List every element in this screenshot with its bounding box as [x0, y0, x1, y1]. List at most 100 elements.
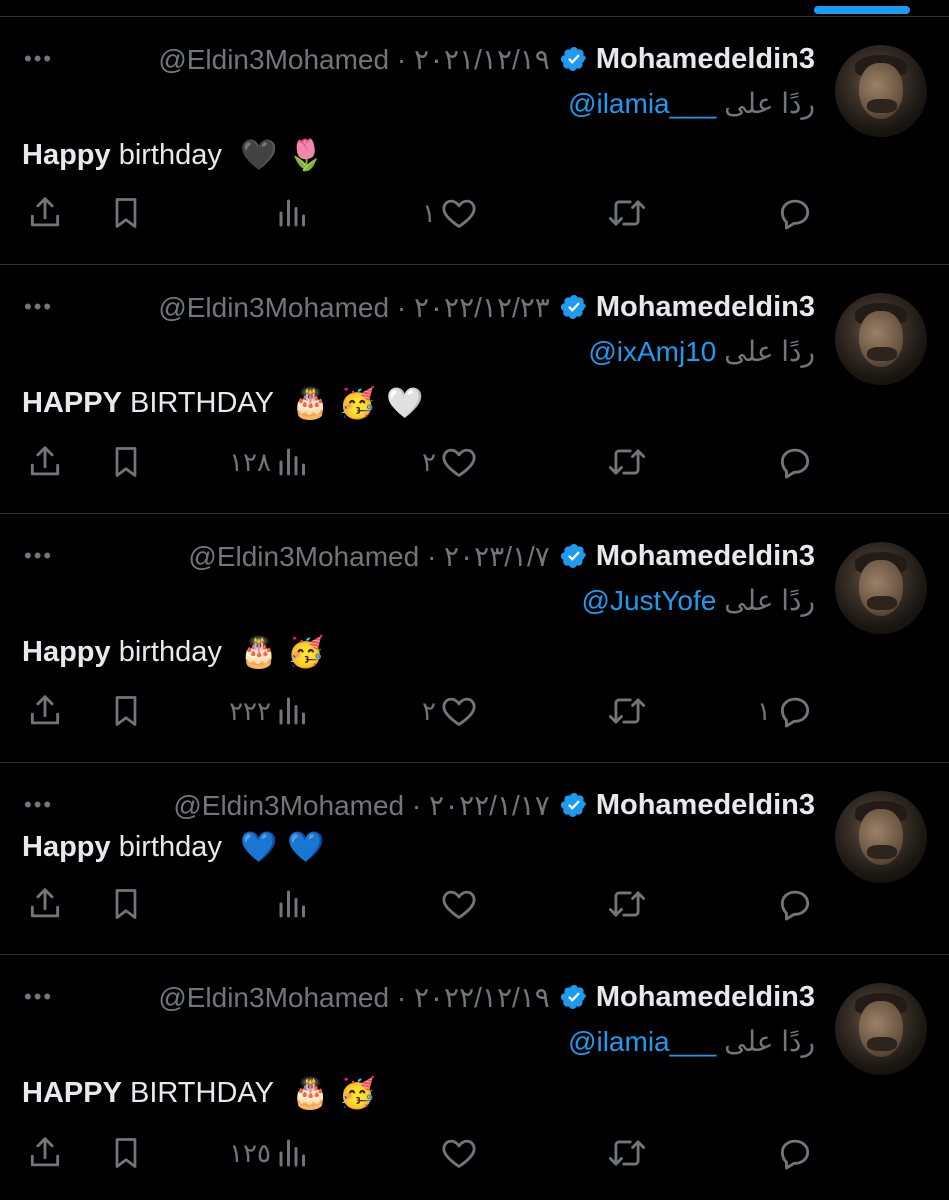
reply-button[interactable] — [775, 440, 815, 484]
active-tab-indicator — [814, 6, 910, 14]
views-button[interactable]: ٢٢٢ — [229, 689, 311, 733]
share-button[interactable] — [26, 191, 64, 235]
verified-badge-icon — [560, 47, 586, 71]
views-icon — [275, 1135, 311, 1171]
views-button[interactable] — [275, 882, 311, 926]
reply-mention-link[interactable]: @ilamia___ — [568, 88, 716, 119]
more-options-icon[interactable]: ••• — [24, 979, 53, 1015]
avatar[interactable] — [835, 293, 927, 385]
like-button[interactable]: ٢ — [422, 440, 478, 484]
handle-and-date[interactable]: @Eldin3Mohamed · ٢٠٢١/١٢/١٩ — [158, 43, 550, 76]
tweet[interactable]: ••• Mohamedeldin3 @Eldin3Mohamed · ٢٠٢٣/… — [0, 514, 949, 763]
display-name[interactable]: Mohamedeldin3 — [596, 789, 815, 822]
views-count: ٢٢٢ — [229, 695, 271, 726]
reply-button[interactable] — [775, 191, 815, 235]
tweet-header: Mohamedeldin3 @Eldin3Mohamed · ٢٠٢٢/١٢/١… — [158, 977, 815, 1017]
reply-prefix: ردًا على — [724, 336, 815, 367]
handle-and-date[interactable]: @Eldin3Mohamed · ٢٠٢٣/١/٧ — [188, 540, 549, 573]
tweet-text-rest: BIRTHDAY — [121, 1077, 274, 1109]
reply-button[interactable] — [775, 1131, 815, 1175]
retweet-icon — [606, 692, 648, 730]
share-button[interactable] — [26, 1131, 64, 1175]
tweet[interactable]: ••• Mohamedeldin3 @Eldin3Mohamed · ٢٠٢٢/… — [0, 265, 949, 514]
reply-button[interactable]: ١ — [757, 689, 815, 733]
more-options-icon[interactable]: ••• — [24, 289, 53, 325]
tweet-actions — [0, 882, 949, 926]
tweet-text-rest: birthday — [110, 831, 222, 863]
views-button[interactable]: ١٢٥ — [229, 1131, 311, 1175]
retweet-button[interactable] — [606, 882, 648, 926]
tweet-text-bold: Happy — [22, 831, 111, 863]
reply-icon — [775, 443, 815, 481]
bookmark-button[interactable] — [108, 689, 144, 733]
bookmark-button[interactable] — [108, 1131, 144, 1175]
tweet[interactable]: ••• Mohamedeldin3 @Eldin3Mohamed · ٢٠٢٢/… — [0, 763, 949, 955]
share-icon — [26, 443, 64, 481]
display-name[interactable]: Mohamedeldin3 — [596, 540, 815, 573]
tweet[interactable]: ••• Mohamedeldin3 @Eldin3Mohamed · ٢٠٢٢/… — [0, 955, 949, 1200]
reply-context: ردًا على @ixAmj10 — [588, 333, 815, 371]
display-name[interactable]: Mohamedeldin3 — [596, 43, 815, 76]
share-button[interactable] — [26, 882, 64, 926]
handle-and-date[interactable]: @Eldin3Mohamed · ٢٠٢٢/١/١٧ — [173, 789, 550, 822]
like-button[interactable]: ٢ — [422, 689, 478, 733]
reply-mention-link[interactable]: @ilamia___ — [568, 1026, 716, 1057]
avatar[interactable] — [835, 983, 927, 1075]
like-count: ٢ — [422, 446, 436, 477]
retweet-icon — [606, 1134, 648, 1172]
display-name[interactable]: Mohamedeldin3 — [596, 291, 815, 324]
retweet-icon — [606, 885, 648, 923]
avatar[interactable] — [835, 791, 927, 883]
display-name[interactable]: Mohamedeldin3 — [596, 981, 815, 1014]
bookmark-icon — [108, 885, 144, 923]
heart-icon — [440, 194, 478, 232]
share-button[interactable] — [26, 689, 64, 733]
retweet-button[interactable] — [606, 689, 648, 733]
bookmark-button[interactable] — [108, 440, 144, 484]
tweet-actions: ٢٢٢ ٢ ١ — [0, 689, 949, 733]
reply-button[interactable] — [775, 882, 815, 926]
more-options-icon[interactable]: ••• — [24, 41, 53, 77]
bookmark-button[interactable] — [108, 882, 144, 926]
reply-mention-link[interactable]: @JustYofe — [582, 585, 717, 616]
share-icon — [26, 194, 64, 232]
reply-prefix: ردًا على — [724, 88, 815, 119]
bookmark-icon — [108, 692, 144, 730]
heart-icon — [440, 885, 478, 923]
handle-and-date[interactable]: @Eldin3Mohamed · ٢٠٢٢/١٢/٢٣ — [158, 291, 550, 324]
retweet-button[interactable] — [606, 191, 648, 235]
retweet-button[interactable] — [606, 1131, 648, 1175]
retweet-icon — [606, 443, 648, 481]
retweet-button[interactable] — [606, 440, 648, 484]
tweet[interactable]: ••• Mohamedeldin3 @Eldin3Mohamed · ٢٠٢١/… — [0, 17, 949, 265]
like-button[interactable]: ١ — [422, 191, 478, 235]
views-button[interactable]: ١٢٨ — [229, 440, 311, 484]
emoji-partying-face: 🥳 — [338, 1077, 377, 1111]
views-icon — [275, 195, 311, 231]
tweet-actions: ١٢٨ ٢ — [0, 440, 949, 484]
emoji-tulip: 🌷 — [287, 139, 325, 173]
reply-context: ردًا على @ilamia___ — [568, 85, 815, 123]
avatar[interactable] — [835, 542, 927, 634]
share-icon — [26, 692, 64, 730]
tweet-actions: ١ — [0, 191, 949, 235]
avatar[interactable] — [835, 45, 927, 137]
bookmark-icon — [108, 194, 144, 232]
emoji-birthday-cake: 🎂 — [291, 387, 329, 421]
more-options-icon[interactable]: ••• — [24, 538, 53, 574]
like-button[interactable] — [440, 882, 478, 926]
tweet-text-rest: birthday — [110, 139, 222, 171]
handle-and-date[interactable]: @Eldin3Mohamed · ٢٠٢٢/١٢/١٩ — [158, 981, 550, 1014]
share-button[interactable] — [26, 440, 64, 484]
views-button[interactable] — [275, 191, 311, 235]
share-icon — [26, 885, 64, 923]
heart-icon — [440, 443, 478, 481]
bookmark-button[interactable] — [108, 191, 144, 235]
reply-icon — [775, 692, 815, 730]
reply-mention-link[interactable]: @ixAmj10 — [588, 336, 716, 367]
like-button[interactable] — [440, 1131, 478, 1175]
emoji-birthday-cake: 🎂 — [291, 1077, 329, 1111]
top-tab-strip — [0, 0, 949, 17]
tweet-text: Happy birthday 🎂 🥳 — [22, 632, 325, 673]
more-options-icon[interactable]: ••• — [24, 787, 53, 823]
